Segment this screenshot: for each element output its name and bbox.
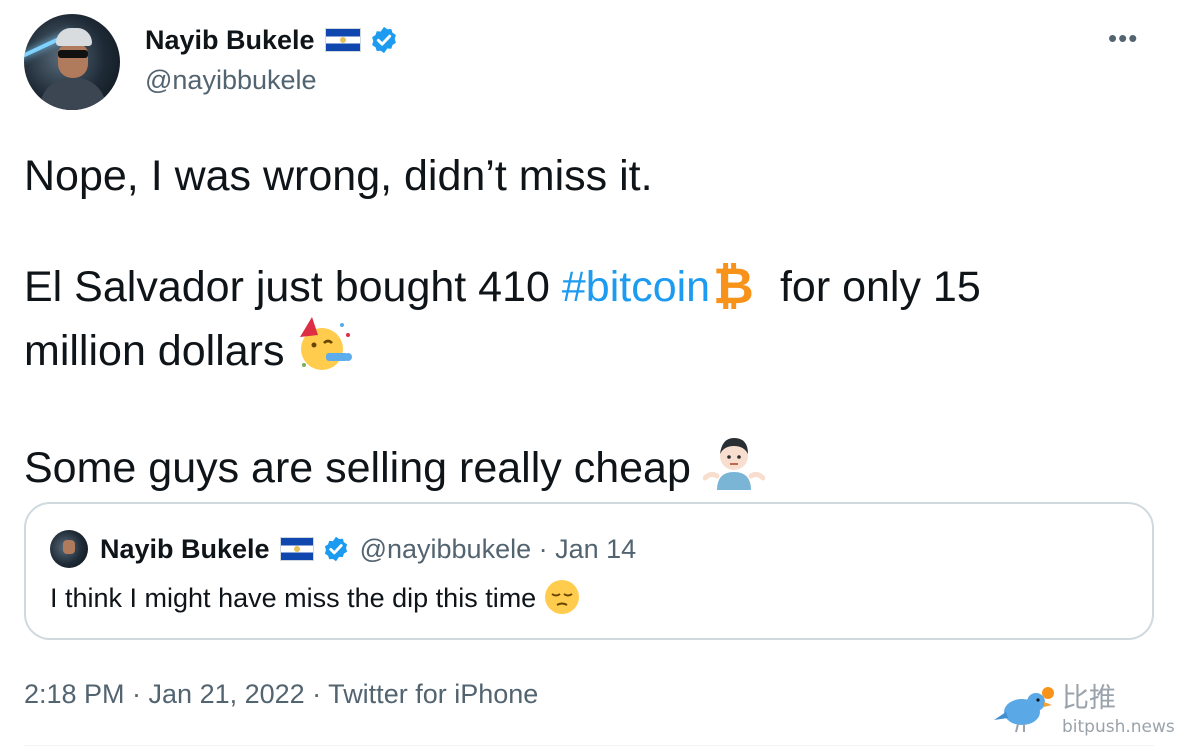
watermark-url: bitpush.news — [1062, 717, 1175, 737]
tweet-line-4: Some guys are selling really cheap — [24, 434, 1154, 496]
author-handle[interactable]: @nayibbukele — [145, 62, 317, 98]
quoted-text: I think I might have miss the dip this t… — [50, 578, 580, 618]
watermark-cn: 比推 — [1062, 683, 1116, 713]
quoted-tweet[interactable]: Nayib Bukele @nayibbukele · Jan 14 I thi… — [24, 502, 1154, 640]
author-name-row[interactable]: Nayib Bukele — [145, 22, 399, 58]
tweet-line-1: Nope, I was wrong, didn’t miss it. — [24, 152, 653, 200]
quoted-author-name: Nayib Bukele — [100, 534, 270, 564]
partying-face-icon — [300, 317, 353, 370]
verified-badge-icon — [324, 536, 347, 562]
more-options-icon[interactable]: ••• — [1108, 25, 1138, 51]
divider — [24, 745, 1154, 746]
quoted-header: Nayib Bukele @nayibbukele · Jan 14 — [100, 531, 636, 567]
tweet-line-3: million dollars — [24, 315, 1154, 379]
watermark: 比推 bitpush.news — [992, 683, 1175, 744]
bird-logo-icon — [994, 687, 1054, 733]
svg-text:₿: ₿ — [713, 261, 754, 309]
pensive-face-icon — [544, 580, 579, 614]
el-salvador-flag-icon — [324, 28, 361, 52]
el-salvador-flag-icon — [279, 537, 314, 561]
tweet-line-2: El Salvador just bought 410 #bitcoin ₿ f… — [24, 259, 1154, 315]
hashtag-link[interactable]: #bitcoin — [562, 263, 710, 311]
avatar[interactable] — [24, 14, 120, 110]
quoted-handle-date: @nayibbukele · Jan 14 — [359, 534, 637, 564]
tweet-text: Nope, I was wrong, didn’t miss it. El Sa… — [24, 148, 1154, 496]
quoted-avatar — [50, 530, 88, 568]
tweet-timestamp-source[interactable]: 2:18 PM · Jan 21, 2022 · Twitter for iPh… — [24, 676, 538, 712]
bitcoin-icon: ₿ — [713, 261, 754, 309]
author-name[interactable]: Nayib Bukele — [145, 22, 315, 58]
verified-badge-icon — [371, 26, 396, 54]
person-shrugging-icon — [702, 438, 765, 490]
